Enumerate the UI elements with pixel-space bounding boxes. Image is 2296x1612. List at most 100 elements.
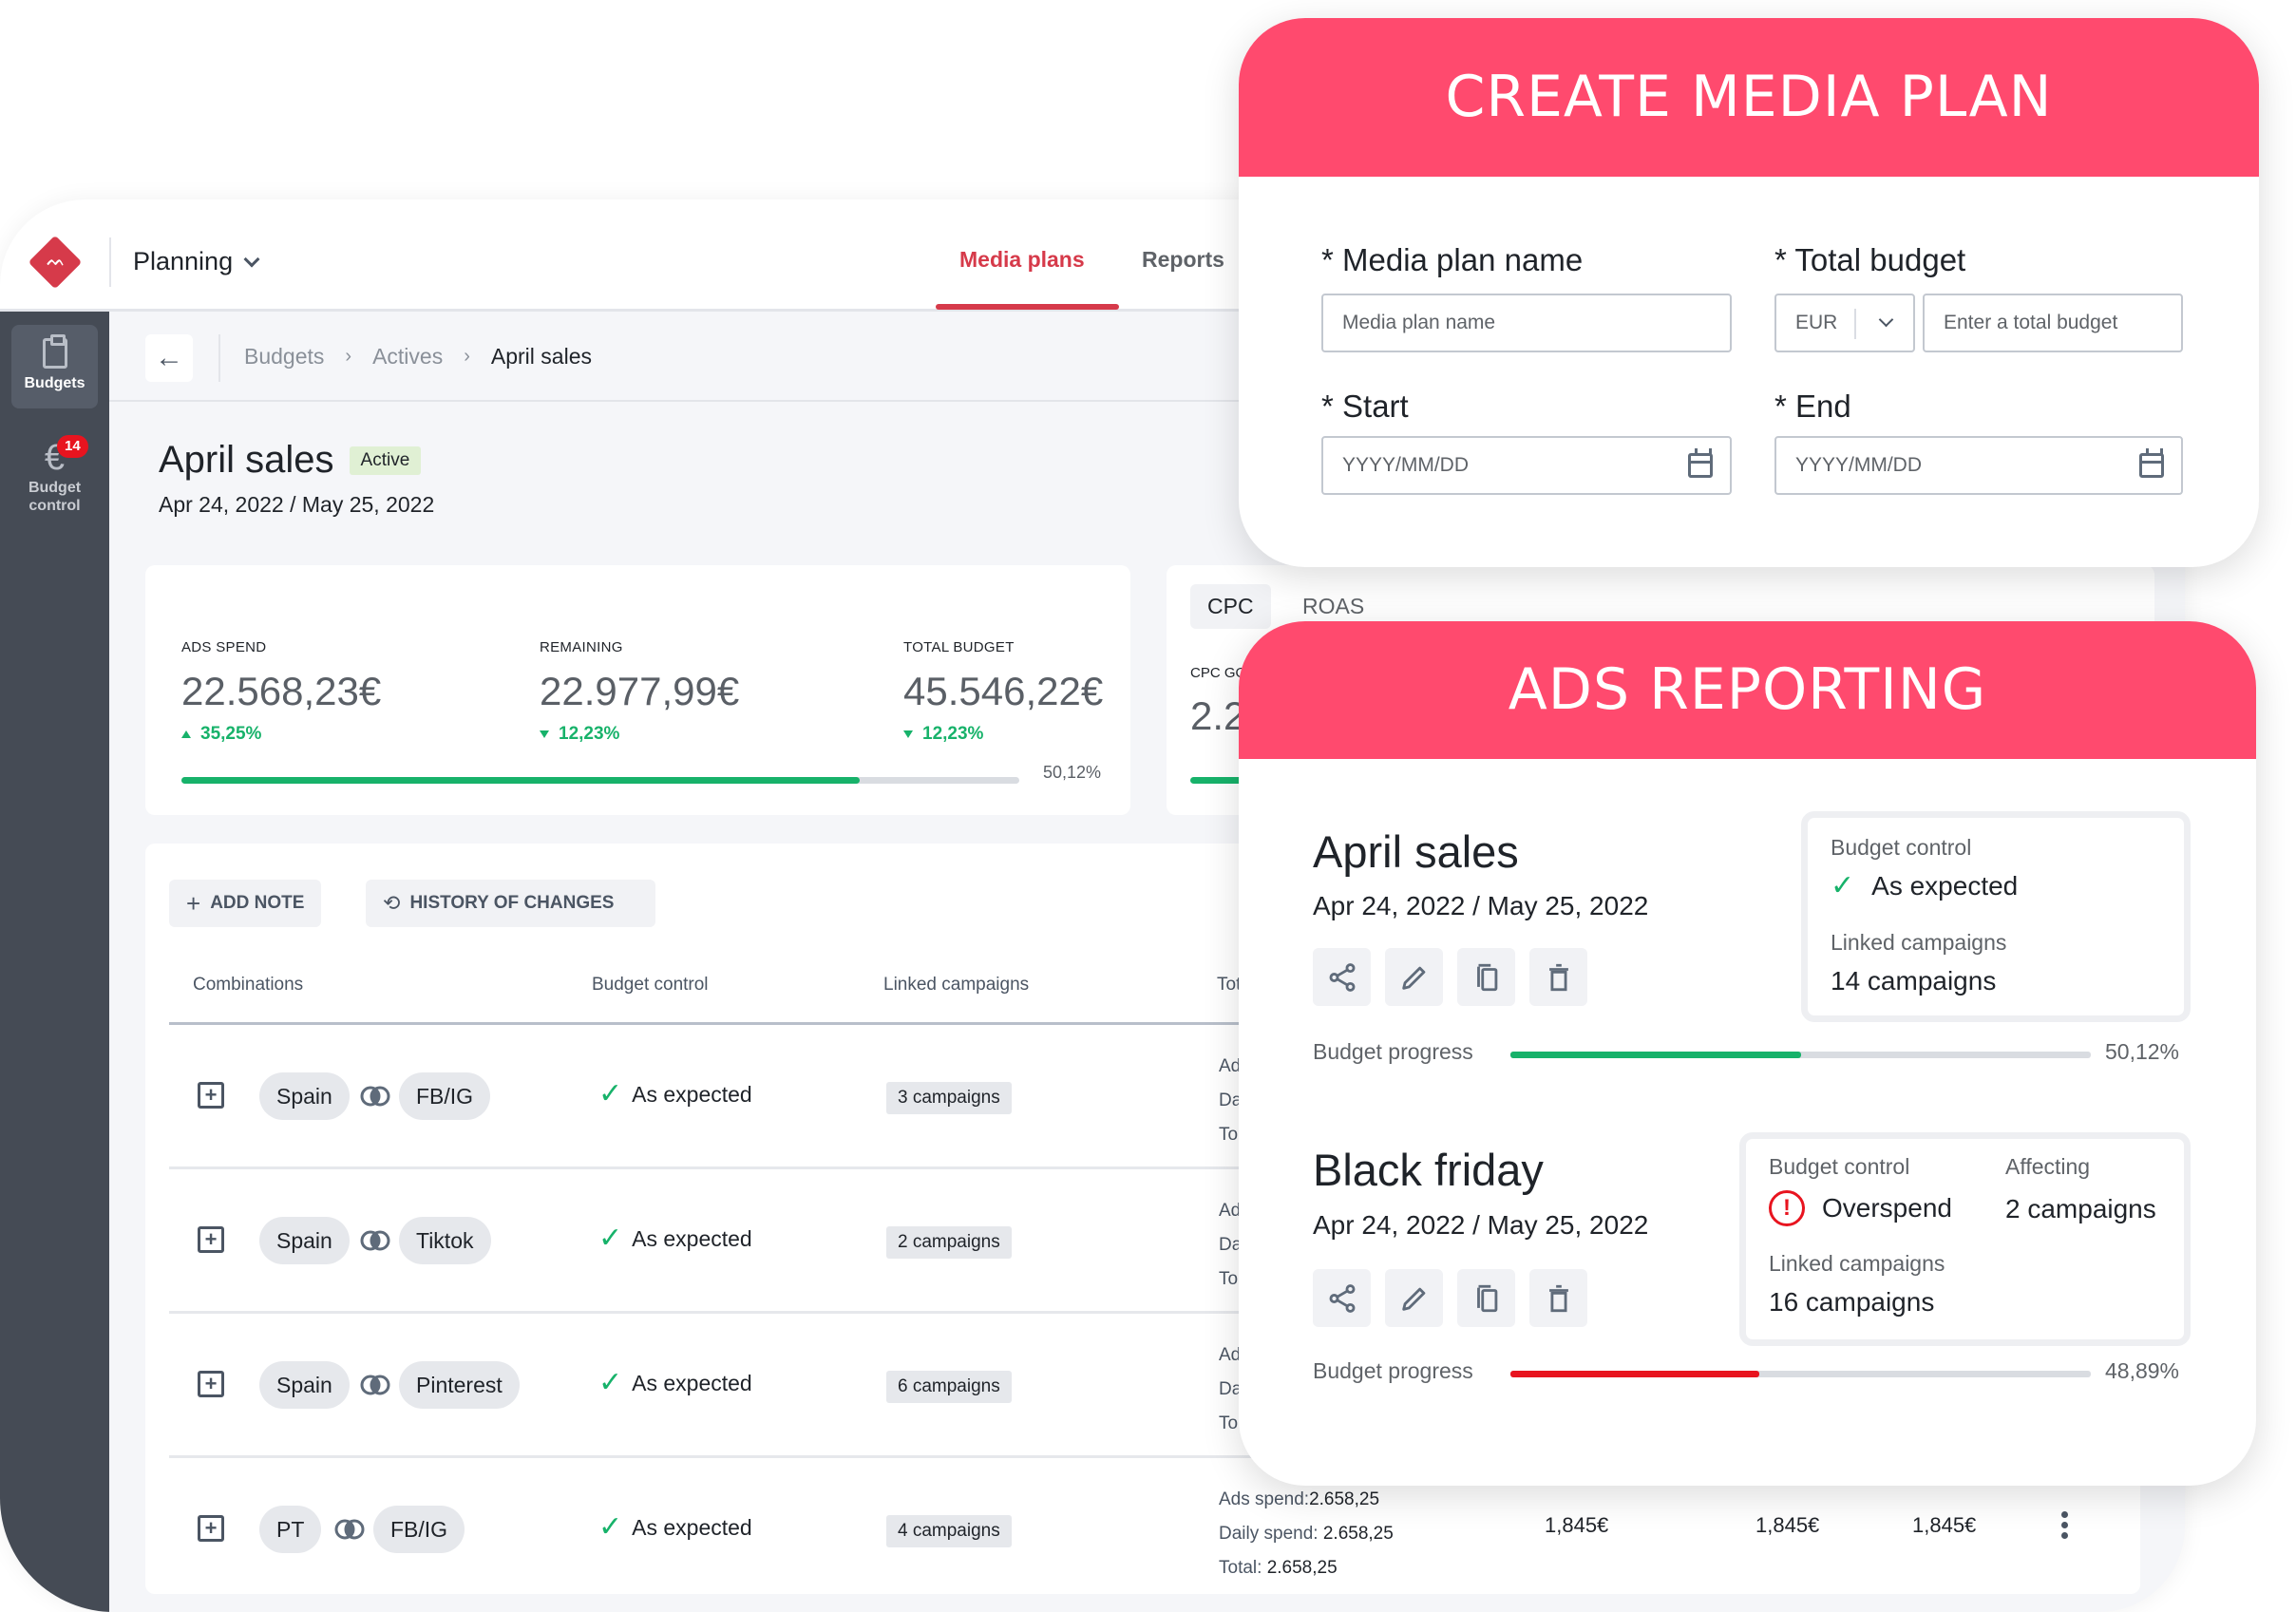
ads-spend-line: Ads spend:2.658,25	[1219, 1483, 1394, 1517]
channel-chip: Pinterest	[399, 1361, 520, 1409]
column-header-total[interactable]: Tot	[1217, 975, 1241, 996]
breadcrumb-actives[interactable]: Actives	[372, 344, 443, 370]
tab-media-plans[interactable]: Media plans	[959, 247, 1085, 273]
triangle-down-icon	[903, 730, 913, 738]
euro-icon: € 14	[11, 435, 98, 479]
add-note-button[interactable]: + ADD NOTE	[169, 880, 322, 927]
calendar-icon[interactable]	[1688, 448, 1713, 478]
combination-icon	[334, 1519, 365, 1540]
expand-row-icon[interactable]: +	[198, 1371, 224, 1397]
edit-button[interactable]	[1385, 948, 1443, 1006]
check-icon: ✓	[598, 1078, 623, 1109]
channel-chip: FB/IG	[373, 1506, 465, 1553]
ads-spend-label: Ads spend:	[1219, 1489, 1310, 1509]
budget-progress-label: Budget progress	[1313, 1358, 1473, 1383]
spend-cell: Ads spend:2.658,25 Daily spend: 2.658,25…	[1219, 1483, 1394, 1585]
plan-actions	[1313, 1269, 1587, 1327]
share-icon	[1329, 1283, 1355, 1313]
delete-button[interactable]	[1529, 1269, 1587, 1327]
currency-value: EUR	[1795, 312, 1838, 333]
share-button[interactable]	[1313, 1269, 1371, 1327]
page-title: April sales	[159, 439, 334, 481]
linked-campaigns-chip[interactable]: 2 campaigns	[886, 1226, 1012, 1259]
budget-progress-bar	[1510, 1052, 2091, 1058]
start-date-label: * Start	[1321, 389, 1409, 424]
sidebar-item-budget-control[interactable]: € 14 Budget control	[11, 433, 98, 528]
end-date-input[interactable]: YYYY/MM/DD	[1774, 436, 2183, 495]
kpi-delta: 12,23%	[903, 724, 1103, 745]
kpi-value: 45.546,22€	[903, 669, 1104, 713]
back-button[interactable]: ←	[145, 334, 193, 382]
calendar-icon[interactable]	[2139, 448, 2164, 478]
kpi-label: TOTAL BUDGET	[903, 639, 1015, 655]
daily-spend-label: Daily spend:	[1219, 1524, 1319, 1544]
linked-campaigns-value[interactable]: 14 campaigns	[1831, 966, 1996, 996]
affecting-value[interactable]: 2 campaigns	[2005, 1194, 2156, 1224]
linked-campaigns-chip[interactable]: 4 campaigns	[886, 1515, 1012, 1547]
budget-control-status: As expected	[632, 1370, 752, 1395]
budget-progress-bar	[181, 777, 1019, 784]
value-cell: 1,845€	[1755, 1513, 1820, 1537]
tab-reports[interactable]: Reports	[1142, 247, 1224, 273]
country-chip: PT	[259, 1506, 322, 1553]
triangle-up-icon	[181, 730, 191, 738]
share-icon	[1329, 962, 1355, 992]
media-plan-name-input[interactable]: Media plan name	[1321, 294, 1732, 352]
more-options-icon[interactable]	[2061, 1511, 2069, 1539]
total-budget-label: * Total budget	[1774, 242, 1966, 277]
history-label: HISTORY OF CHANGES	[409, 893, 615, 913]
history-icon: ⟲	[383, 891, 401, 915]
add-note-label: ADD NOTE	[210, 893, 305, 913]
active-tab-indicator	[936, 304, 1119, 310]
tab-cpc[interactable]: CPC	[1190, 584, 1271, 629]
cpc-goal-label: CPC GO	[1190, 665, 1247, 681]
trash-icon	[1548, 963, 1568, 991]
trash-icon	[1548, 1284, 1568, 1312]
budget-control-label: Budget control	[1769, 1154, 1910, 1179]
linked-campaigns-value[interactable]: 16 campaigns	[1769, 1287, 1934, 1318]
linked-campaigns-label: Linked campaigns	[1831, 930, 2007, 955]
kpi-label: ADS SPEND	[181, 639, 267, 655]
kpi-total-budget: TOTAL BUDGET 45.546,22€ 12,23%	[903, 639, 1103, 745]
linked-campaigns-chip[interactable]: 6 campaigns	[886, 1371, 1012, 1403]
total-label: Total:	[1219, 1558, 1262, 1578]
check-icon: ✓	[598, 1511, 623, 1543]
chevron-right-icon: ›	[345, 346, 352, 367]
delete-button[interactable]	[1529, 948, 1587, 1006]
duplicate-button[interactable]	[1457, 948, 1515, 1006]
expand-row-icon[interactable]: +	[198, 1515, 224, 1542]
create-media-plan-card: CREATE MEDIA PLAN * Media plan name Medi…	[1239, 18, 2259, 567]
column-header-combinations[interactable]: Combinations	[193, 975, 303, 996]
breadcrumb-budgets[interactable]: Budgets	[244, 344, 324, 370]
currency-select[interactable]: EUR	[1774, 294, 1915, 352]
history-of-changes-button[interactable]: ⟲ HISTORY OF CHANGES	[366, 880, 656, 927]
warning-icon: !	[1769, 1190, 1805, 1226]
edit-button[interactable]	[1385, 1269, 1443, 1327]
plan-title[interactable]: Black friday	[1313, 1144, 1544, 1196]
column-header-budget-control[interactable]: Budget control	[592, 975, 709, 996]
section-switcher[interactable]: Planning	[133, 247, 260, 276]
start-date-input[interactable]: YYYY/MM/DD	[1321, 436, 1732, 495]
expand-row-icon[interactable]: +	[198, 1226, 224, 1253]
duplicate-button[interactable]	[1457, 1269, 1515, 1327]
combination-icon	[360, 1086, 390, 1107]
budget-control-status: ! Overspend	[1769, 1190, 1952, 1226]
kpi-ads-spend: ADS SPEND 22.568,23€ 35,25%	[181, 639, 381, 745]
expand-row-icon[interactable]: +	[198, 1082, 224, 1109]
check-icon: ✓	[598, 1223, 623, 1254]
column-header-linked-campaigns[interactable]: Linked campaigns	[883, 975, 1029, 996]
plus-icon: +	[186, 888, 201, 918]
budget-control-cell: ✓ As expected	[598, 1369, 752, 1397]
total-budget-input[interactable]: Enter a total budget	[1923, 294, 2183, 352]
budget-control-status: ✓ As expected	[1831, 871, 2018, 901]
total-line: Total: 2.658,25	[1219, 1551, 1394, 1585]
sidebar-item-budgets[interactable]: Budgets	[11, 325, 98, 408]
kpi-label: REMAINING	[540, 639, 623, 655]
share-button[interactable]	[1313, 948, 1371, 1006]
page-header: April sales Active	[159, 439, 422, 482]
plan-title[interactable]: April sales	[1313, 825, 1519, 878]
kpi-delta-value: 12,23%	[922, 724, 984, 744]
linked-campaigns-chip[interactable]: 3 campaigns	[886, 1082, 1012, 1114]
copy-icon	[1476, 963, 1497, 991]
check-icon: ✓	[598, 1367, 623, 1398]
